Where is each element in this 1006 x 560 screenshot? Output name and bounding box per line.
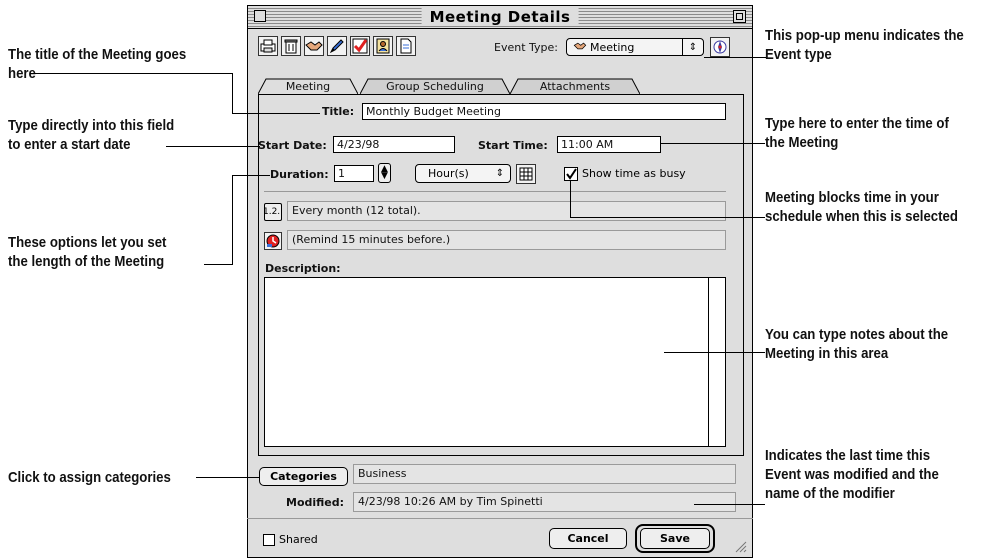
callout-line: the length of the Meeting [8,253,165,270]
reminder-summary: (Remind 15 minutes before.) [287,230,726,250]
callout-title-field: The title of the Meeting goes here [8,45,186,83]
title-label: Title: [322,105,355,118]
popup-arrows-icon: ⇕ [682,39,703,55]
callout-line: Type here to enter the time of [765,115,949,132]
event-type-label: Event Type: [494,41,558,54]
callout-notes: You can type notes about the Meeting in … [765,325,948,363]
callout-line: These options let you set [8,234,167,251]
duration-stepper[interactable]: ▲ ▼ [378,163,391,183]
start-time-label: Start Time: [478,139,548,152]
trash-icon[interactable] [281,36,301,56]
modified-label: Modified: [286,496,345,509]
callout-line: Meeting in this area [765,345,889,362]
leader-line [166,146,260,147]
callout-start-date: Type directly into this field to enter a… [8,116,174,154]
footer-divider [247,518,753,519]
recurrence-button[interactable]: 1.2.. [263,203,283,221]
tab-meeting[interactable]: Meeting [258,78,358,95]
callout-line: Event was modified and the [765,466,939,483]
callout-line: schedule when this is selected [765,208,958,225]
compass-icon[interactable] [710,37,730,57]
tab-label: Attachments [539,79,611,93]
event-type-value: Meeting [590,40,635,54]
modified-value: 4/23/98 10:26 AM by Tim Spinetti [353,492,736,512]
close-box[interactable] [254,10,266,22]
handshake-icon [573,41,587,54]
callout-line: Meeting blocks time in your [765,189,939,206]
callout-line: Type directly into this field [8,117,175,134]
categories-button[interactable]: Categories [259,467,348,486]
print-icon[interactable] [258,36,278,56]
leader-line [570,217,765,218]
duration-field[interactable]: 1 [334,165,374,182]
pen-icon[interactable] [327,36,347,56]
checkmark-icon [566,168,577,180]
resize-grip-icon[interactable] [733,538,747,553]
leader-line [232,113,320,114]
checkmark-icon[interactable] [350,36,370,56]
divider [264,191,726,192]
leader-line [570,181,571,218]
callout-line: Event type [765,46,832,63]
title-bar[interactable]: Meeting Details [248,6,752,29]
callout-line: to enter a start date [8,136,131,153]
leader-line [204,264,232,265]
callout-line: You can type notes about the [765,326,949,343]
start-time-field[interactable]: 11:00 AM [557,136,661,153]
shared-label: Shared [279,533,318,546]
callout-start-time: Type here to enter the time of the Meeti… [765,114,949,152]
tab-attachments[interactable]: Attachments [510,78,640,95]
document-icon[interactable] [396,36,416,56]
cancel-button[interactable]: Cancel [549,528,627,549]
tab-label: Group Scheduling [386,79,484,93]
start-date-label: Start Date: [258,139,327,152]
tab-label: Meeting [285,79,331,93]
callout-line: Click to assign categories [8,469,171,486]
callout-modified: Indicates the last time this Event was m… [765,446,939,503]
busy-checkbox[interactable] [564,167,578,181]
leader-line [232,175,233,265]
recurrence-summary: Every month (12 total). [287,201,726,221]
calendar-grid-icon[interactable] [516,164,536,184]
callout-busy: Meeting blocks time in your schedule whe… [765,188,958,226]
callout-line: Indicates the last time this [765,447,931,464]
leader-line [30,73,232,74]
save-button[interactable]: Save [640,528,710,549]
callout-line: the Meeting [765,134,839,151]
description-scrollbar[interactable] [708,278,725,446]
description-field[interactable] [264,277,726,447]
tab-group-scheduling[interactable]: Group Scheduling [360,78,510,95]
leader-line [232,73,233,113]
duration-label: Duration: [270,168,329,181]
event-type-popup[interactable]: Meeting ⇕ [566,38,704,56]
callout-event-type: This pop-up menu indicates the Event typ… [765,26,964,64]
leader-line [664,352,765,353]
duration-unit-popup[interactable]: Hour(s) ⇕ [415,164,511,183]
leader-line [196,477,259,478]
title-field[interactable]: Monthly Budget Meeting [362,103,726,120]
stepper-down-icon: ▼ [381,171,388,181]
callout-line: The title of the Meeting goes [8,46,187,63]
busy-label: Show time as busy [582,167,686,180]
categories-value: Business [353,464,736,484]
window-title: Meeting Details [421,8,579,26]
duration-unit-value: Hour(s) [428,167,469,180]
leader-line [661,143,765,144]
contact-card-icon[interactable] [373,36,393,56]
zoom-box[interactable] [733,10,746,23]
handshake-icon[interactable] [304,36,324,56]
popup-arrows-icon: ⇕ [495,168,505,179]
start-date-field[interactable]: 4/23/98 [333,136,455,153]
shared-checkbox[interactable] [263,534,275,546]
description-label: Description: [265,262,341,275]
leader-line [694,504,765,505]
reminder-icon[interactable] [264,232,282,250]
leader-line [232,175,270,176]
callout-line: name of the modifier [765,485,895,502]
leader-line [704,57,766,58]
callout-categories: Click to assign categories [8,468,171,487]
callout-line: This pop-up menu indicates the [765,27,964,44]
callout-duration: These options let you set the length of … [8,233,166,271]
